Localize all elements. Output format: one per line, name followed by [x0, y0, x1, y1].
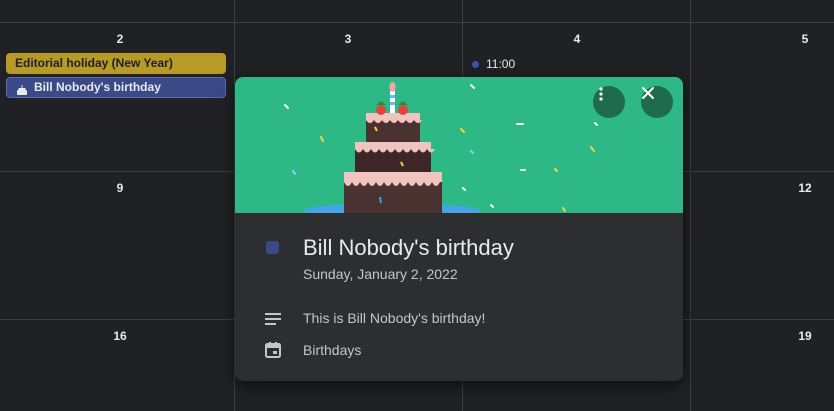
event-dot-icon [472, 60, 479, 68]
calendar-icon [263, 340, 283, 360]
grid-divider [0, 22, 834, 23]
day-number[interactable]: 19 [785, 329, 825, 343]
day-number[interactable]: 16 [100, 329, 140, 343]
day-number[interactable]: 2 [100, 32, 140, 46]
day-number[interactable]: 5 [785, 32, 825, 46]
day-number[interactable]: 4 [557, 32, 597, 46]
day-number[interactable]: 3 [328, 32, 368, 46]
event-time: 11:00 [486, 57, 516, 71]
event-description: This is Bill Nobody's birthday! [303, 310, 486, 326]
event-chip-label: Editorial holiday (New Year) [15, 56, 173, 70]
event-date: Sunday, January 2, 2022 [303, 266, 458, 282]
more-vert-icon [599, 87, 603, 101]
event-chip-label: Bill Nobody's birthday [34, 80, 161, 94]
cake-icon [16, 82, 28, 95]
description-icon [263, 309, 283, 329]
grid-divider [690, 0, 691, 411]
day-number[interactable]: 9 [100, 181, 140, 195]
close-button[interactable] [641, 86, 673, 118]
event-title: Bill Nobody's birthday [303, 235, 514, 260]
day-number[interactable]: 12 [785, 181, 825, 195]
event-color-indicator [266, 241, 279, 254]
timed-event[interactable]: 11:00 [472, 57, 515, 71]
close-icon [642, 87, 654, 99]
event-chip-birthday[interactable]: Bill Nobody's birthday [6, 77, 226, 98]
event-chip-holiday[interactable]: Editorial holiday (New Year) [6, 53, 226, 74]
more-options-button[interactable] [593, 86, 625, 118]
event-calendar-name: Birthdays [303, 342, 362, 358]
event-details-popup: Bill Nobody's birthday Sunday, January 2… [235, 77, 683, 381]
birthday-hero-image [235, 77, 683, 213]
